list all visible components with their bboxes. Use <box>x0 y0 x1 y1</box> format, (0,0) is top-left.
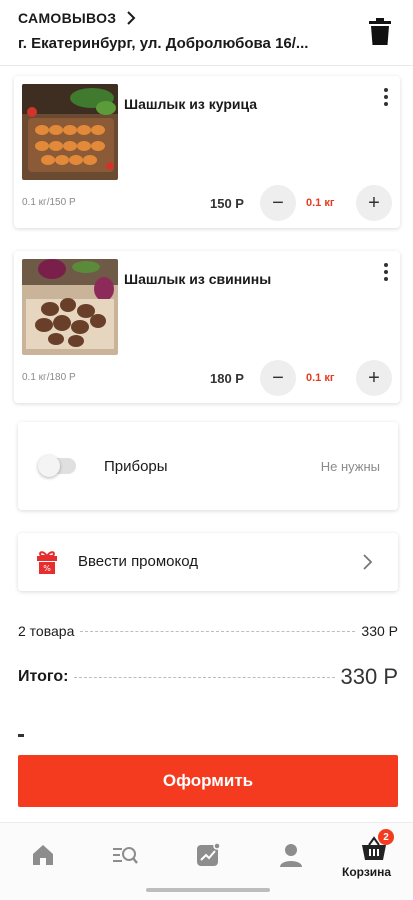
unit-price: 0.1 кг/180 Р <box>22 372 76 383</box>
items-summary-row: 2 товара 330 Р <box>18 623 398 639</box>
delivery-mode-selector[interactable]: САМОВЫВОЗ <box>18 10 138 26</box>
toggle-knob <box>38 455 60 477</box>
cutlery-card: Приборы Не нужны <box>18 422 398 510</box>
product-title: Шашлык из свинины <box>124 271 272 287</box>
home-indicator[interactable] <box>146 888 270 892</box>
cutlery-toggle[interactable] <box>38 455 76 477</box>
pickup-address[interactable]: г. Екатеринбург, ул. Добролюбова 16/... <box>18 35 358 52</box>
nav-cart-label[interactable]: Корзина <box>342 865 391 879</box>
product-title: Шашлык из курица <box>124 96 258 112</box>
home-icon[interactable] <box>29 841 57 869</box>
promo-label: Ввести промокод <box>78 553 199 570</box>
cart-count-badge: 2 <box>378 829 394 845</box>
quantity-value: 0.1 кг <box>306 197 335 209</box>
decrease-quantity-button[interactable]: − <box>260 360 296 396</box>
total-value: 330 Р <box>340 664 399 689</box>
checkout-button[interactable]: Оформить <box>18 755 398 807</box>
cart-item: Шашлык из курица 0.1 кг/150 Р 150 Р − 0.… <box>14 76 400 228</box>
increase-quantity-button[interactable]: + <box>356 360 392 396</box>
product-image-chicken <box>22 84 118 180</box>
product-price: 180 Р <box>210 371 244 386</box>
cart-item: Шашлык из свинины 0.1 кг/180 Р 180 Р − 0… <box>14 251 400 403</box>
product-price: 150 Р <box>210 196 244 211</box>
items-count: 2 товара <box>18 623 75 639</box>
menu-search-icon[interactable] <box>111 841 139 869</box>
svg-text:%: % <box>43 564 51 573</box>
unit-price: 0.1 кг/150 Р <box>22 197 76 208</box>
header: САМОВЫВОЗ г. Екатеринбург, ул. Добролюбо… <box>0 0 413 66</box>
leader-dots <box>74 676 335 678</box>
cutlery-label: Приборы <box>104 458 168 475</box>
total-label: Итого: <box>18 668 69 685</box>
product-image-pork <box>22 259 118 355</box>
more-options-icon[interactable] <box>382 263 390 287</box>
chevron-right-icon <box>363 554 373 570</box>
total-row: Итого: 330 Р <box>18 664 398 690</box>
quantity-value: 0.1 кг <box>306 372 335 384</box>
trash-icon[interactable] <box>369 18 391 46</box>
chevron-right-icon <box>127 11 136 25</box>
cutlery-status: Не нужны <box>320 459 380 474</box>
leader-dots <box>80 630 356 632</box>
items-subtotal: 330 Р <box>361 623 398 639</box>
decrease-quantity-button[interactable]: − <box>260 185 296 221</box>
cut-off-content <box>18 734 24 737</box>
profile-icon[interactable] <box>277 841 305 869</box>
gift-icon: % <box>37 551 57 574</box>
promo-code-button[interactable]: % Ввести промокод <box>18 533 398 591</box>
promo-chart-icon[interactable] <box>194 841 222 869</box>
delivery-mode-label: САМОВЫВОЗ <box>18 10 117 26</box>
more-options-icon[interactable] <box>382 88 390 112</box>
increase-quantity-button[interactable]: + <box>356 185 392 221</box>
